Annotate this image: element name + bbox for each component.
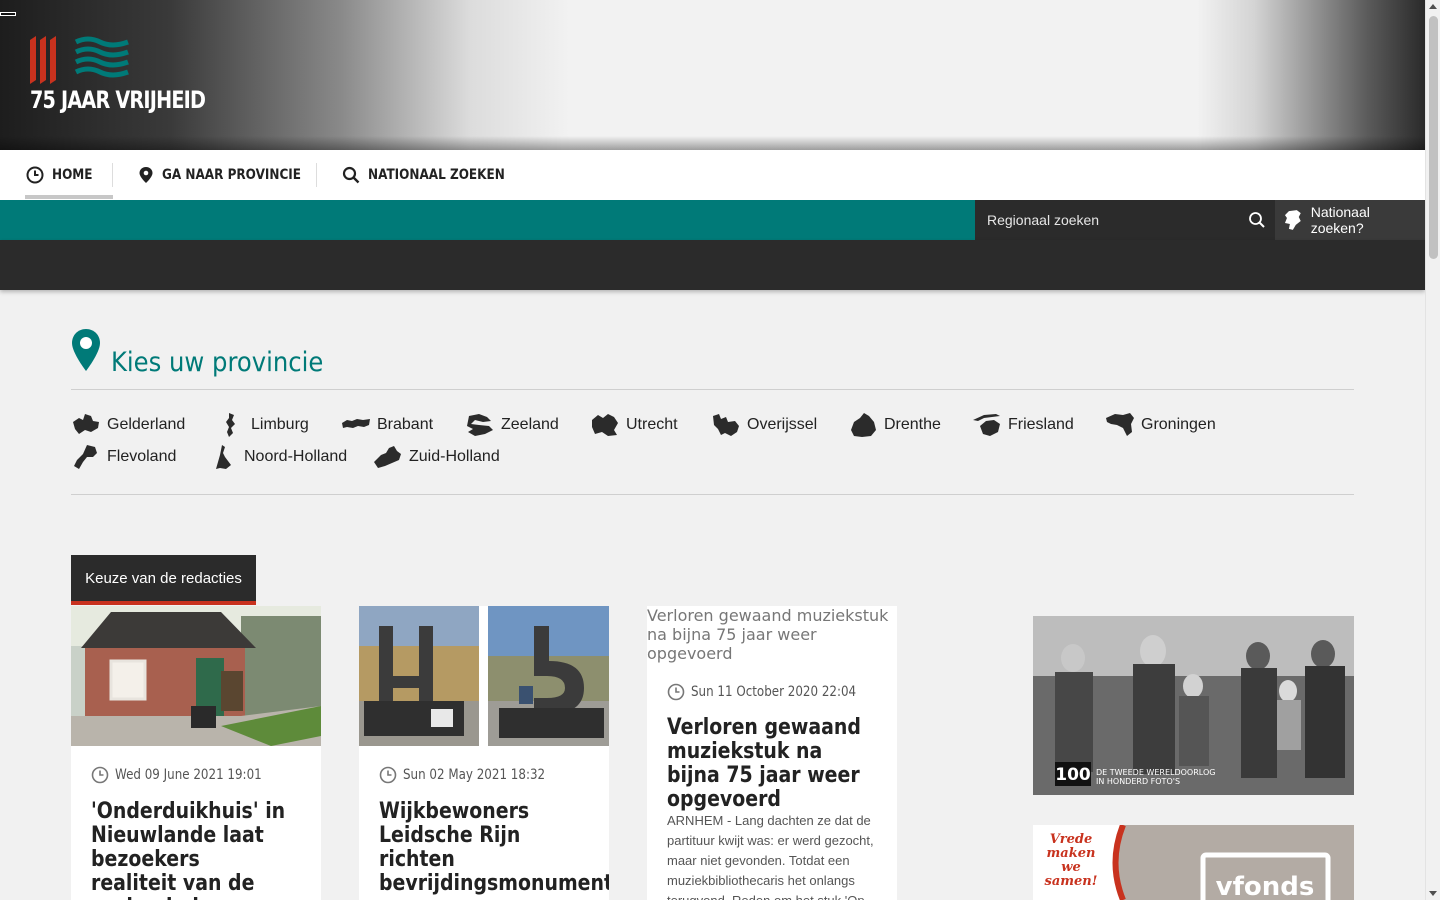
province-label: Groningen	[1141, 416, 1216, 433]
nav-home[interactable]: HOME	[25, 150, 113, 200]
groningen-map-icon	[1106, 413, 1134, 436]
province-label: Flevoland	[107, 448, 177, 465]
clock-icon	[667, 683, 685, 701]
clock-icon	[379, 766, 397, 784]
article-image[interactable]	[359, 606, 609, 746]
article-date-text: Wed 09 June 2021 19:01	[115, 767, 262, 783]
editors-pick-tab[interactable]: Keuze van de redacties	[71, 555, 256, 605]
liberation-monument-photo	[359, 606, 609, 746]
limburg-map-icon	[226, 413, 235, 437]
nav-home-label: HOME	[52, 167, 93, 183]
national-search-button[interactable]: Nationaal zoeken?	[1275, 200, 1425, 240]
brabant-map-icon	[342, 419, 370, 428]
article-card[interactable]: Wed 09 June 2021 19:01 'Onderduikhuis' i…	[71, 606, 321, 900]
province-label: Drenthe	[884, 416, 941, 433]
site-logo[interactable]: 75 JAAR VRIJHEID	[30, 36, 220, 116]
divider	[71, 389, 1354, 390]
scroll-down-arrow-icon[interactable]	[1429, 891, 1437, 896]
article-date-text: Sun 02 May 2021 18:32	[403, 767, 546, 783]
province-label: Limburg	[251, 416, 309, 433]
article-card[interactable]: Verloren gewaand muziekstuk na bijna 75 …	[647, 606, 897, 900]
province-link-brabant[interactable]: Brabant	[341, 412, 433, 438]
article-date: Sun 02 May 2021 18:32	[379, 766, 570, 784]
province-label: Utrecht	[626, 416, 678, 433]
ad-caption-top: DE TWEEDE WERELDOORLOG	[1096, 768, 1215, 777]
scroll-up-arrow-icon[interactable]	[1429, 4, 1437, 9]
zuid-holland-map-icon	[374, 446, 401, 468]
province-link-limburg[interactable]: Limburg	[215, 412, 309, 438]
overijssel-map-icon	[713, 414, 739, 436]
province-link-groningen[interactable]: Groningen	[1105, 412, 1216, 438]
ad-caption-bottom: IN HONDERD FOTO'S	[1096, 777, 1180, 786]
clock-icon	[91, 766, 109, 784]
search-icon	[342, 166, 360, 184]
province-link-zeeland[interactable]: Zeeland	[465, 412, 559, 438]
nav-divider	[316, 163, 317, 187]
netherlands-map-icon	[1284, 210, 1301, 230]
province-section-header: Kies uw provincie	[71, 326, 347, 378]
province-link-noord-holland[interactable]: Noord-Holland	[208, 444, 347, 470]
gelderland-map-icon	[73, 414, 99, 434]
article-image-alt-text[interactable]: Verloren gewaand muziekstuk na bijna 75 …	[647, 606, 897, 664]
article-title[interactable]: Verloren gewaand muziekstuk na bijna 75 …	[667, 716, 865, 812]
province-label: Zuid-Holland	[409, 448, 500, 465]
province-label: Friesland	[1008, 416, 1074, 433]
drenthe-map-icon	[851, 413, 876, 437]
divider	[71, 494, 1354, 495]
nav-national-search[interactable]: NATIONAAL ZOEKEN	[342, 150, 527, 200]
hero-banner: 75 JAAR VRIJHEID	[0, 0, 1425, 150]
province-label: Brabant	[377, 416, 434, 433]
vfonds-slogan: Vrede maken we samen!	[1044, 832, 1098, 889]
province-link-utrecht[interactable]: Utrecht	[590, 412, 678, 438]
ww2-soldiers-photo: 100 DE TWEEDE WERELDOORLOG IN HONDERD FO…	[1033, 616, 1354, 795]
friesland-map-icon	[973, 414, 1000, 436]
province-link-flevoland[interactable]: Flevoland	[71, 444, 176, 470]
sub-header-band	[0, 240, 1425, 290]
province-link-overijssel[interactable]: Overijssel	[711, 412, 817, 438]
regional-search-input[interactable]	[975, 212, 1235, 228]
vfonds-logo-text: vfonds	[1216, 872, 1315, 900]
noord-holland-map-icon	[216, 445, 231, 469]
province-label: Gelderland	[107, 416, 186, 433]
article-card[interactable]: Sun 02 May 2021 18:32 Wijkbewoners Leids…	[359, 606, 609, 900]
search-submit-icon[interactable]	[1247, 210, 1267, 230]
article-date: Wed 09 June 2021 19:01	[91, 766, 288, 784]
ad-ww2-100-photos[interactable]: 100 DE TWEEDE WERELDOORLOG IN HONDERD FO…	[1033, 616, 1354, 795]
nav-national-search-label: NATIONAAL ZOEKEN	[368, 167, 505, 183]
province-label: Noord-Holland	[244, 448, 348, 465]
nav-province[interactable]: GA NAAR PROVINCIE	[138, 150, 324, 200]
main-nav: HOME GA NAAR PROVINCIE NATIONAAL ZOEKEN	[0, 150, 1425, 200]
nav-divider	[112, 163, 113, 187]
national-search-label: Nationaal zoeken?	[1310, 204, 1370, 236]
hideout-house-photo	[71, 606, 321, 746]
logo-text: 75 JAAR VRIJHEID	[30, 86, 206, 114]
province-link-zuid-holland[interactable]: Zuid-Holland	[373, 444, 500, 470]
map-pin-icon	[72, 329, 100, 371]
scroll-thumb[interactable]	[1429, 16, 1438, 259]
article-image[interactable]	[71, 606, 321, 746]
map-pin-icon	[139, 167, 153, 183]
clock-icon	[26, 166, 44, 184]
ad-vfonds[interactable]: vfonds Vrede maken we samen!	[1033, 825, 1354, 900]
zeeland-map-icon	[467, 414, 493, 436]
logo-mark-icon	[30, 36, 129, 84]
page-scrollbar[interactable]	[1425, 0, 1440, 900]
province-link-gelderland[interactable]: Gelderland	[71, 412, 185, 438]
article-title[interactable]: Wijkbewoners Leidsche Rijn richten bevri…	[379, 800, 609, 900]
flevoland-map-icon	[74, 445, 97, 469]
article-excerpt: ARNHEM - Lang dachten ze dat de partituu…	[667, 813, 874, 900]
province-link-friesland[interactable]: Friesland	[972, 412, 1074, 438]
article-date-text: Sun 11 October 2020 22:04	[691, 684, 857, 700]
utrecht-map-icon	[592, 414, 618, 436]
ad-100-logo: 100	[1055, 765, 1091, 785]
province-link-drenthe[interactable]: Drenthe	[848, 412, 941, 438]
regional-search	[975, 200, 1275, 240]
article-date: Sun 11 October 2020 22:04	[667, 683, 885, 701]
province-section-title: Kies uw provincie	[111, 347, 324, 378]
province-label: Zeeland	[501, 416, 559, 433]
article-title[interactable]: 'Onderduikhuis' in Nieuwlande laat bezoe…	[91, 800, 289, 900]
skip-link[interactable]	[0, 12, 16, 16]
nav-province-label: GA NAAR PROVINCIE	[162, 167, 301, 183]
province-label: Overijssel	[747, 416, 818, 433]
